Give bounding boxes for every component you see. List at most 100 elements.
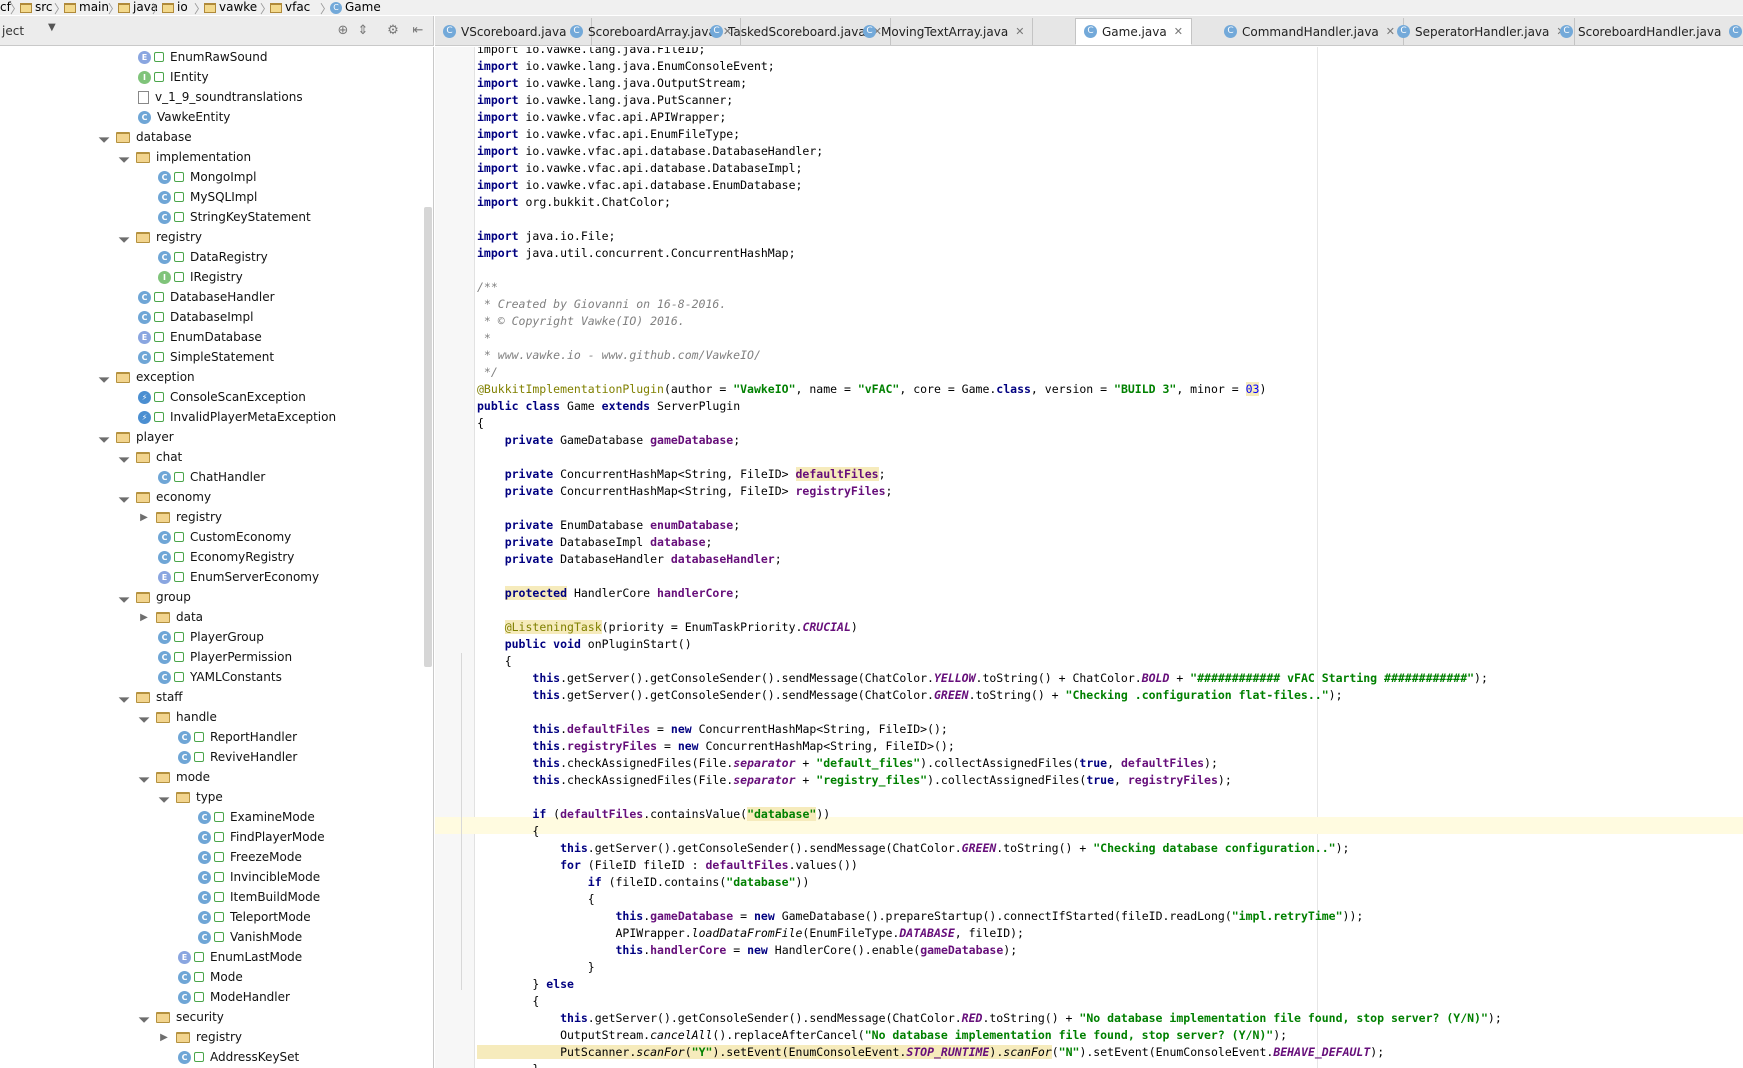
tree-scrollbar[interactable]: [424, 207, 432, 667]
tree-item[interactable]: E EnumLastMode: [178, 947, 302, 967]
tree-folder[interactable]: ◢ database: [96, 127, 191, 147]
chevron-right-icon[interactable]: ▶: [158, 1032, 170, 1043]
tree-item[interactable]: C PlayerPermission: [158, 647, 292, 667]
tree-item-label: ChatHandler: [190, 470, 266, 484]
tree-item[interactable]: E EnumRawSound: [138, 47, 268, 67]
chevron-down-icon[interactable]: ◢: [116, 489, 132, 505]
tree-folder[interactable]: ◢ registry: [116, 227, 202, 247]
tree-folder[interactable]: ◢ type: [156, 787, 222, 807]
chevron-down-icon[interactable]: ◢: [116, 589, 132, 605]
target-icon[interactable]: ⊕: [335, 23, 351, 39]
breadcrumb-item[interactable]: main: [64, 0, 109, 15]
tree-item[interactable]: C ModeHandler: [178, 987, 290, 1007]
editor-tab[interactable]: C MovingTextArray.java ✕: [855, 18, 1034, 45]
chevron-down-icon[interactable]: ◢: [116, 229, 132, 245]
tree-folder[interactable]: ◢ group: [116, 587, 190, 607]
tree-item[interactable]: C CustomEconomy: [158, 527, 291, 547]
chevron-down-icon[interactable]: ◢: [136, 709, 152, 725]
editor-tab[interactable]: CScoreboardHandler.java✕: [1552, 18, 1743, 45]
tree-item[interactable]: C FindPlayerMode: [198, 827, 325, 847]
tree-item[interactable]: ⚡ InvalidPlayerMetaException: [138, 407, 336, 427]
chevron-down-icon[interactable]: ▼: [48, 22, 56, 33]
tree-item[interactable]: C ReviveHandler: [178, 747, 297, 767]
gear-icon[interactable]: ⚙: [385, 23, 401, 39]
editor-tab[interactable]: CSeperatorHandler.java✕: [1389, 18, 1575, 45]
tree-item[interactable]: C ItemBuildMode: [198, 887, 320, 907]
tree-folder[interactable]: ◢ handle: [136, 707, 217, 727]
tree-folder[interactable]: ◢ security: [136, 1007, 224, 1027]
tree-item[interactable]: C EconomyRegistry: [158, 547, 294, 567]
tree-item[interactable]: C TeleportMode: [198, 907, 311, 927]
close-icon[interactable]: ✕: [1015, 25, 1024, 38]
breadcrumb-item[interactable]: src: [20, 0, 53, 15]
tree-item[interactable]: C StringKeyStatement: [158, 207, 311, 227]
tree-item[interactable]: v_1_9_soundtranslations: [138, 87, 303, 107]
tree-item[interactable]: C MongoImpl: [158, 167, 256, 187]
hide-panel-icon[interactable]: ⇤: [410, 23, 426, 39]
tree-item[interactable]: C VawkeEntity: [138, 107, 230, 127]
chevron-down-icon[interactable]: ◢: [96, 129, 112, 145]
breadcrumb-item[interactable]: C Game: [330, 0, 381, 15]
tree-item[interactable]: C YAMLConstants: [158, 667, 282, 687]
breadcrumb-item[interactable]: vawke: [204, 0, 257, 15]
tree-folder[interactable]: ◢ chat: [116, 447, 182, 467]
tree-folder[interactable]: ◢ staff: [116, 687, 182, 707]
tree-folder[interactable]: ▶ data: [138, 607, 203, 627]
chevron-down-icon[interactable]: ◢: [116, 149, 132, 165]
code-line: this.getServer().getConsoleSender().send…: [560, 841, 1350, 855]
chevron-down-icon[interactable]: ◢: [156, 789, 172, 805]
tree-folder[interactable]: ▶ registry: [158, 1027, 242, 1047]
tree-item[interactable]: C InvincibleMode: [198, 867, 320, 887]
tab-label: CommandHandler.java: [1242, 24, 1379, 39]
chevron-right-icon[interactable]: ▶: [138, 512, 150, 523]
close-icon[interactable]: ✕: [1174, 25, 1183, 38]
tree-item-label: EconomyRegistry: [190, 550, 295, 564]
editor-tab[interactable]: CPers: [1721, 18, 1743, 45]
tree-item[interactable]: C SimpleStatement: [138, 347, 274, 367]
tree-item[interactable]: E EnumDatabase: [138, 327, 262, 347]
code-editor[interactable]: import io.vawke.lang.java.FileID; import …: [435, 47, 1743, 1068]
collapse-all-icon[interactable]: ⇕: [355, 23, 371, 39]
tree-item[interactable]: C MySQLImpl: [158, 187, 257, 207]
breadcrumb-item[interactable]: io: [162, 0, 188, 15]
chevron-right-icon[interactable]: ▶: [138, 612, 150, 623]
tree-item[interactable]: C ExamineMode: [198, 807, 315, 827]
tree-item[interactable]: C PlayerGroup: [158, 627, 264, 647]
chevron-down-icon[interactable]: ◢: [136, 769, 152, 785]
tree-item[interactable]: C Mode: [178, 967, 243, 987]
tree-item[interactable]: ⚡ ConsoleScanException: [138, 387, 306, 407]
class-icon: C: [158, 210, 171, 224]
chevron-down-icon[interactable]: ◢: [96, 429, 112, 445]
enum-icon: E: [138, 50, 151, 64]
tree-item[interactable]: C AddressKeySet: [178, 1047, 299, 1067]
chevron-down-icon[interactable]: ◢: [116, 689, 132, 705]
tree-item[interactable]: C DatabaseImpl: [138, 307, 253, 327]
tree-item[interactable]: C DataRegistry: [158, 247, 268, 267]
tree-folder[interactable]: ▶ registry: [138, 507, 222, 527]
tree-item[interactable]: C DatabaseHandler: [138, 287, 275, 307]
class-icon: C: [178, 970, 191, 984]
tree-folder[interactable]: ◢ exception: [96, 367, 194, 387]
code-line: private EnumDatabase enumDatabase;: [504, 518, 741, 532]
tree-folder[interactable]: ◢ economy: [116, 487, 211, 507]
editor-tab[interactable]: C CommandHandler.java ✕: [1216, 18, 1404, 45]
folder-icon: [156, 711, 170, 723]
active-editor-tab[interactable]: C Game.java ✕: [1075, 18, 1192, 45]
tree-folder[interactable]: ◢ player: [96, 427, 173, 447]
tree-item[interactable]: C ChatHandler: [158, 467, 265, 487]
source-code[interactable]: import io.vawke.lang.java.FileID; import …: [477, 47, 1502, 1068]
code-line: {: [477, 824, 540, 838]
chevron-down-icon[interactable]: ◢: [116, 449, 132, 465]
chevron-down-icon[interactable]: ◢: [136, 1009, 152, 1025]
chevron-down-icon[interactable]: ◢: [96, 369, 112, 385]
tree-item[interactable]: C VanishMode: [198, 927, 302, 947]
tree-item[interactable]: C ReportHandler: [178, 727, 297, 747]
tree-item[interactable]: I IRegistry: [158, 267, 243, 287]
breadcrumb-item[interactable]: vfac: [270, 0, 310, 15]
tree-item[interactable]: I IEntity: [138, 67, 209, 87]
tree-item[interactable]: C FreezeMode: [198, 847, 302, 867]
tree-folder[interactable]: ◢ mode: [136, 767, 210, 787]
project-view-selector[interactable]: ject: [2, 24, 24, 38]
tree-item[interactable]: E EnumServerEconomy: [158, 567, 319, 587]
tree-folder[interactable]: ◢ implementation: [116, 147, 251, 167]
